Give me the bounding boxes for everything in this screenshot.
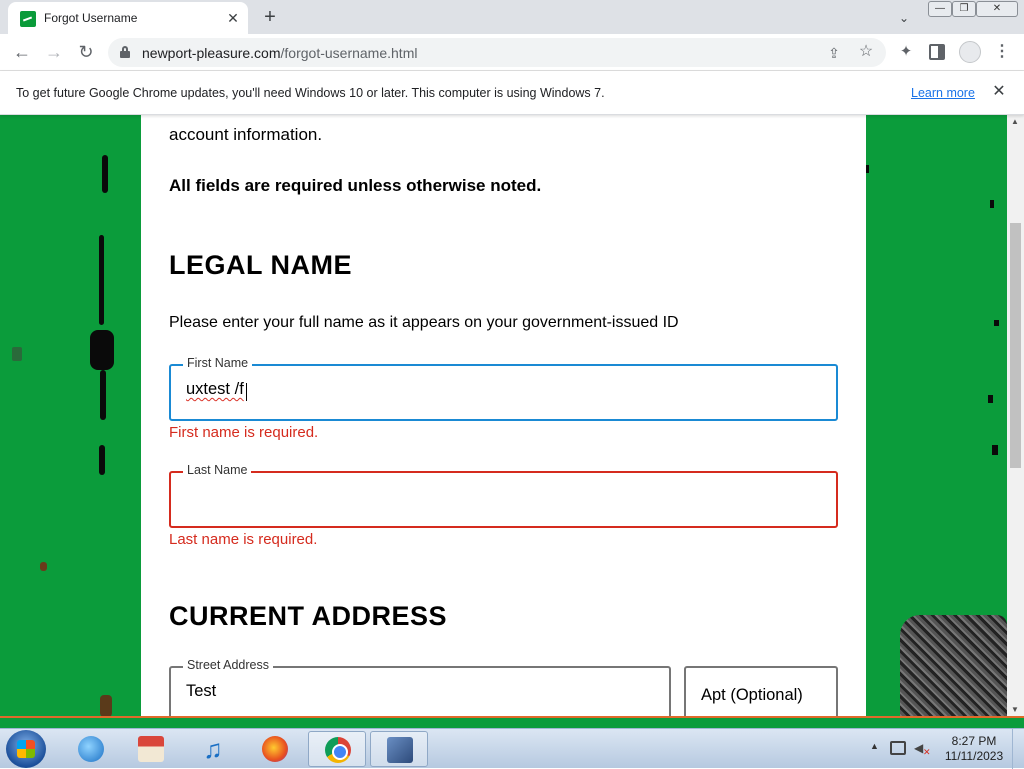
page-scrollbar[interactable]: ▲ ▼ xyxy=(1007,115,1024,717)
scroll-up-arrow-icon[interactable]: ▲ xyxy=(1011,117,1019,126)
learn-more-link[interactable]: Learn more xyxy=(911,86,975,100)
chrome-taskbar-icon[interactable] xyxy=(308,731,366,767)
legal-name-heading: LEGAL NAME xyxy=(169,250,353,280)
internet-explorer-icon[interactable] xyxy=(62,731,120,767)
background-texture xyxy=(900,615,1007,717)
first-name-field[interactable]: First Name uxtest /f xyxy=(169,356,838,421)
system-clock[interactable]: 8:27 PM 11/11/2023 xyxy=(940,734,1008,764)
url-host: newport-pleasure.com xyxy=(142,45,281,61)
window-close-button[interactable]: ✕ xyxy=(976,1,1018,17)
first-name-value[interactable]: uxtest /f xyxy=(186,380,244,399)
show-desktop-button[interactable] xyxy=(1012,729,1024,769)
start-button[interactable] xyxy=(6,730,46,768)
infobar-message: To get future Google Chrome updates, you… xyxy=(16,86,605,100)
url-path: /forgot-username.html xyxy=(280,45,418,61)
background-blot xyxy=(988,395,993,403)
windows-taskbar: ♫ ▲ ◀ ✕ 8:27 PM 11/11/2023 xyxy=(0,728,1024,769)
tab-title: Forgot Username xyxy=(44,11,138,25)
site-favicon-icon xyxy=(20,11,36,27)
background-blot xyxy=(992,445,998,455)
tab-forgot-username[interactable]: Forgot Username ✕ xyxy=(8,2,248,34)
lock-icon[interactable] xyxy=(120,46,130,58)
last-name-error: Last name is required. xyxy=(169,531,318,548)
mute-glyph: ✕ xyxy=(923,747,931,757)
chrome-menu-icon[interactable]: ⋮ xyxy=(994,42,1010,62)
background-blot xyxy=(100,695,112,717)
back-button[interactable]: ← xyxy=(10,40,34,64)
window-maximize-button[interactable]: ❐ xyxy=(952,1,976,17)
profile-avatar[interactable] xyxy=(959,41,981,63)
firefox-icon[interactable] xyxy=(246,731,304,767)
current-address-heading: CURRENT ADDRESS xyxy=(169,601,448,631)
forward-button[interactable]: → xyxy=(42,40,66,64)
scrollbar-thumb[interactable] xyxy=(1010,223,1021,468)
update-infobar: To get future Google Chrome updates, you… xyxy=(0,71,1024,115)
clock-date: 11/11/2023 xyxy=(944,749,1004,763)
address-bar[interactable]: newport-pleasure.com/forgot-username.htm… xyxy=(108,38,886,67)
tab-strip: Forgot Username ✕ + ⌄ — ❐ ✕ xyxy=(0,0,1024,34)
side-panel-icon[interactable] xyxy=(929,44,945,60)
background-blot xyxy=(90,330,114,370)
required-fields-note: All fields are required unless otherwise… xyxy=(169,176,542,195)
reload-button[interactable]: ↻ xyxy=(74,40,98,64)
street-address-value[interactable]: Test xyxy=(186,682,216,701)
background-blot xyxy=(102,155,108,193)
background-blot xyxy=(866,165,869,173)
street-address-label: Street Address xyxy=(183,658,273,672)
intro-text: account information. xyxy=(169,125,323,144)
infobar-close-icon[interactable]: ✕ xyxy=(990,83,1008,101)
legal-name-description: Please enter your full name as it appear… xyxy=(169,314,679,331)
text-caret xyxy=(246,383,247,401)
street-address-field[interactable]: Street Address Test xyxy=(169,658,671,717)
background-blot xyxy=(99,445,105,475)
browser-toolbar: ← → ↻ newport-pleasure.com/forgot-userna… xyxy=(0,34,1024,71)
network-tool-icon[interactable] xyxy=(370,731,428,767)
background-blot xyxy=(994,320,999,326)
background-blot xyxy=(40,562,47,571)
window-minimize-button[interactable]: — xyxy=(928,1,952,17)
extensions-puzzle-icon[interactable]: ✦ xyxy=(896,42,916,62)
tab-close-icon[interactable]: ✕ xyxy=(224,9,242,27)
first-name-label: First Name xyxy=(183,356,253,370)
url-text[interactable]: newport-pleasure.com/forgot-username.htm… xyxy=(142,45,417,61)
background-blot xyxy=(12,347,22,361)
background-blot xyxy=(100,370,106,420)
share-icon[interactable]: ⇪ xyxy=(824,43,844,63)
tab-search-icon[interactable]: ⌄ xyxy=(894,8,914,28)
apt-placeholder: Apt (Optional) xyxy=(701,686,803,704)
tray-expand-icon[interactable]: ▲ xyxy=(870,741,879,751)
scroll-down-arrow-icon[interactable]: ▼ xyxy=(1011,705,1019,714)
last-name-field[interactable]: Last Name xyxy=(169,463,838,528)
forgot-username-form: account information. All fields are requ… xyxy=(141,115,866,717)
network-tray-icon[interactable] xyxy=(890,741,906,755)
page-viewport: account information. All fields are requ… xyxy=(0,115,1007,717)
background-blot xyxy=(990,200,994,208)
store-icon[interactable] xyxy=(122,731,180,767)
clock-time: 8:27 PM xyxy=(951,734,997,748)
apt-field[interactable]: Apt (Optional) xyxy=(684,666,838,717)
first-name-error: First name is required. xyxy=(169,424,319,441)
volume-muted-icon[interactable]: ◀ ✕ xyxy=(914,741,931,757)
media-player-icon[interactable]: ♫ xyxy=(184,731,242,767)
bookmark-star-icon[interactable]: ☆ xyxy=(856,42,876,62)
last-name-label: Last Name xyxy=(183,463,252,477)
page-bottom-strip xyxy=(0,716,1024,728)
new-tab-button[interactable]: + xyxy=(258,5,282,29)
speaker-glyph: ◀ xyxy=(914,741,924,755)
background-blot xyxy=(99,235,104,325)
